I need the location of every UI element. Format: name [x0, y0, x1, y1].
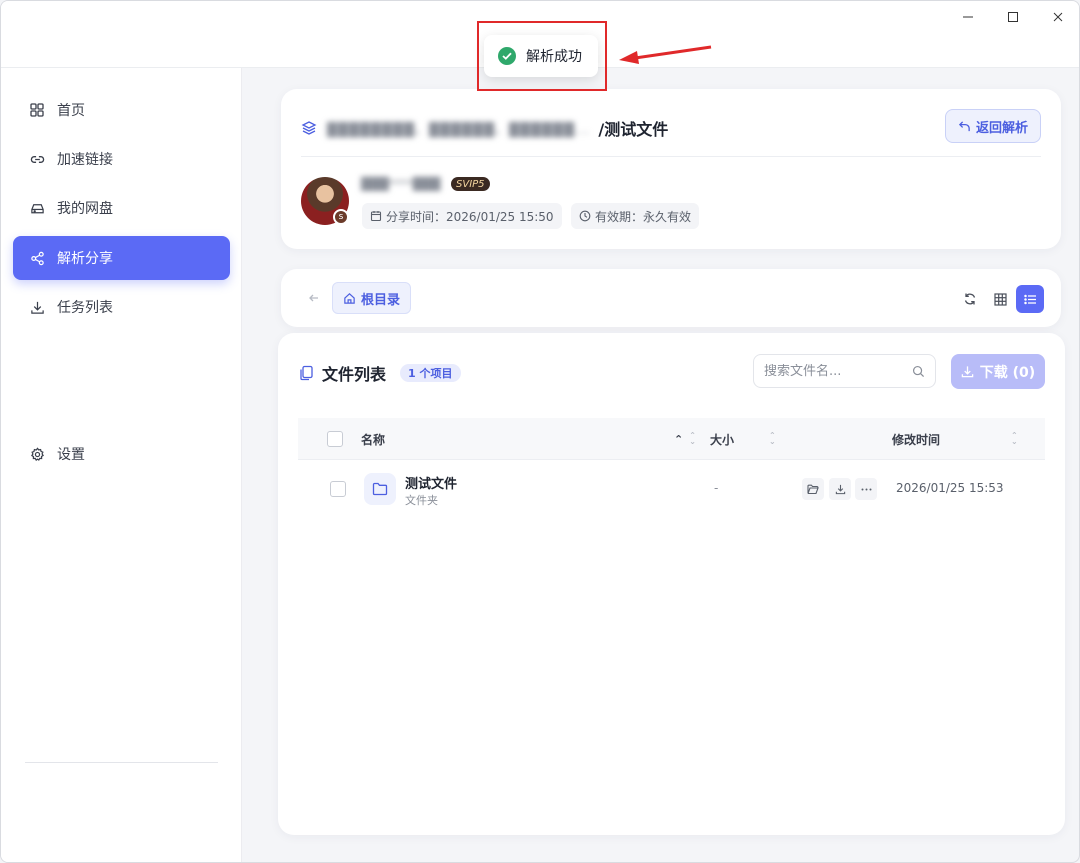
column-size-label: 大小	[710, 432, 735, 447]
files-icon	[300, 365, 313, 381]
chevron-up-icon: ⌃	[674, 432, 684, 446]
sidebar: 首页 加速链接 我的网盘 解析分享 任务列表 设置	[1, 68, 242, 862]
maximize-icon[interactable]	[1001, 7, 1025, 27]
link-icon	[29, 151, 45, 167]
sidebar-item-settings[interactable]: 设置	[13, 432, 230, 476]
back-arrow-button[interactable]	[299, 283, 329, 313]
sidebar-item-label: 加速链接	[57, 152, 113, 168]
grid-icon	[29, 102, 45, 118]
clock-icon	[579, 210, 591, 222]
sort-icon: ⌃ ⌄	[1011, 431, 1018, 446]
file-name[interactable]: 测试文件	[405, 473, 457, 492]
file-modified-time: 2026/01/25 15:53	[896, 481, 1004, 495]
refresh-icon	[964, 293, 976, 305]
more-icon	[861, 488, 871, 490]
search-input[interactable]	[764, 363, 912, 379]
sort-icon: ⌃ ⌄	[769, 431, 776, 446]
share-folder-name: /测试文件	[598, 120, 669, 139]
validity: 有效期：永久有效	[595, 209, 692, 224]
folder-icon	[364, 473, 396, 505]
search-icon	[912, 365, 925, 377]
close-icon[interactable]	[1046, 7, 1070, 27]
sidebar-item-share[interactable]: 解析分享	[13, 236, 230, 280]
share-path: ████████、██████、██████... /测试文件	[301, 116, 668, 140]
annotation-highlight-box	[477, 21, 607, 91]
sidebar-item-tasks[interactable]: 任务列表	[13, 285, 230, 329]
back-to-parse-button[interactable]: 返回解析	[944, 109, 1041, 143]
sidebar-item-label: 任务列表	[57, 300, 113, 316]
vip-badge: SVIP5	[451, 177, 490, 191]
avatar-badge: s	[333, 209, 349, 225]
column-modified[interactable]: 修改时间	[892, 418, 940, 460]
share-time: 分享时间：2026/01/25 15:50	[386, 209, 554, 224]
table-row[interactable]: 测试文件 文件夹 - 2026/01/25 15:53	[298, 463, 1045, 515]
share-info-card: ████████、██████、██████... /测试文件 返回解析 s █…	[281, 89, 1061, 249]
back-button-label: 返回解析	[975, 120, 1028, 136]
sidebar-item-label: 解析分享	[57, 251, 113, 267]
grid-view-button[interactable]	[986, 285, 1014, 313]
share-time-pill: 分享时间：2026/01/25 15:50	[362, 203, 562, 229]
grid-view-icon	[993, 292, 1007, 306]
breadcrumb-bar: 根目录	[281, 269, 1061, 327]
download-icon	[835, 484, 845, 494]
sidebar-item-label: 设置	[57, 447, 85, 463]
drive-icon	[29, 200, 45, 216]
column-name[interactable]: 名称	[361, 418, 385, 460]
share-path-blurred: ████████、██████、██████...	[327, 122, 591, 138]
root-label: 根目录	[361, 292, 401, 308]
row-download-button[interactable]	[829, 478, 851, 500]
app-window: 首页 加速链接 我的网盘 解析分享 任务列表 设置 ████████、█████…	[0, 0, 1080, 863]
list-view-icon	[1023, 294, 1036, 304]
row-checkbox[interactable]	[330, 481, 346, 497]
sidebar-item-drive[interactable]: 我的网盘	[13, 186, 230, 230]
column-modified-label: 修改时间	[892, 432, 941, 447]
root-directory-button[interactable]: 根目录	[332, 282, 412, 314]
minimize-icon[interactable]	[956, 7, 980, 27]
refresh-button[interactable]	[956, 285, 984, 313]
sidebar-item-label: 首页	[57, 103, 85, 119]
folder-open-icon	[807, 484, 819, 494]
list-view-button[interactable]	[1016, 285, 1044, 313]
sidebar-item-links[interactable]: 加速链接	[13, 137, 230, 181]
sidebar-item-label: 我的网盘	[57, 201, 113, 217]
sort-icon: ⌃ ⌄	[689, 431, 696, 446]
file-type: 文件夹	[405, 494, 438, 507]
return-icon	[958, 120, 970, 131]
item-count-badge: 1 个项目	[400, 364, 461, 382]
search-box	[753, 354, 936, 388]
download-button[interactable]: 下载 (0)	[951, 354, 1045, 389]
select-all-checkbox-cell	[327, 418, 343, 460]
more-button[interactable]	[855, 478, 877, 500]
sidebar-item-home[interactable]: 首页	[13, 88, 230, 132]
download-icon	[29, 299, 45, 315]
table-header: 名称 ⌃ ⌃ ⌄ 大小 ⌃ ⌄ 修改时间 ⌃ ⌄	[298, 418, 1045, 460]
select-all-checkbox[interactable]	[327, 431, 343, 447]
gear-icon	[29, 446, 45, 462]
arrow-left-icon	[309, 294, 318, 302]
username-blurred: ███****███	[361, 177, 441, 191]
annotation-arrow-icon	[619, 45, 712, 64]
name-sort-icon[interactable]: ⌃ ⌃ ⌄	[674, 418, 696, 460]
size-sort-icon[interactable]: ⌃ ⌄	[763, 418, 776, 460]
download-button-label: 下载 (0)	[979, 364, 1036, 381]
open-folder-button[interactable]	[802, 478, 824, 500]
file-list-title: 文件列表	[322, 365, 387, 384]
layers-icon	[301, 121, 317, 135]
share-divider	[301, 156, 1041, 157]
calendar-icon	[370, 211, 382, 222]
validity-pill: 有效期：永久有效	[571, 203, 700, 229]
sidebar-divider	[25, 762, 218, 763]
column-size[interactable]: 大小	[710, 418, 734, 460]
column-name-label: 名称	[361, 432, 386, 447]
file-list-header: 文件列表 1 个项目	[298, 361, 461, 385]
share-icon	[29, 250, 45, 266]
modified-sort-icon[interactable]: ⌃ ⌄	[1005, 418, 1018, 460]
download-icon	[961, 366, 974, 378]
home-icon	[344, 292, 355, 304]
file-list-card: 文件列表 1 个项目 下载 (0) 名称 ⌃ ⌃⌄ 大小	[278, 333, 1065, 835]
file-size: -	[714, 481, 719, 495]
